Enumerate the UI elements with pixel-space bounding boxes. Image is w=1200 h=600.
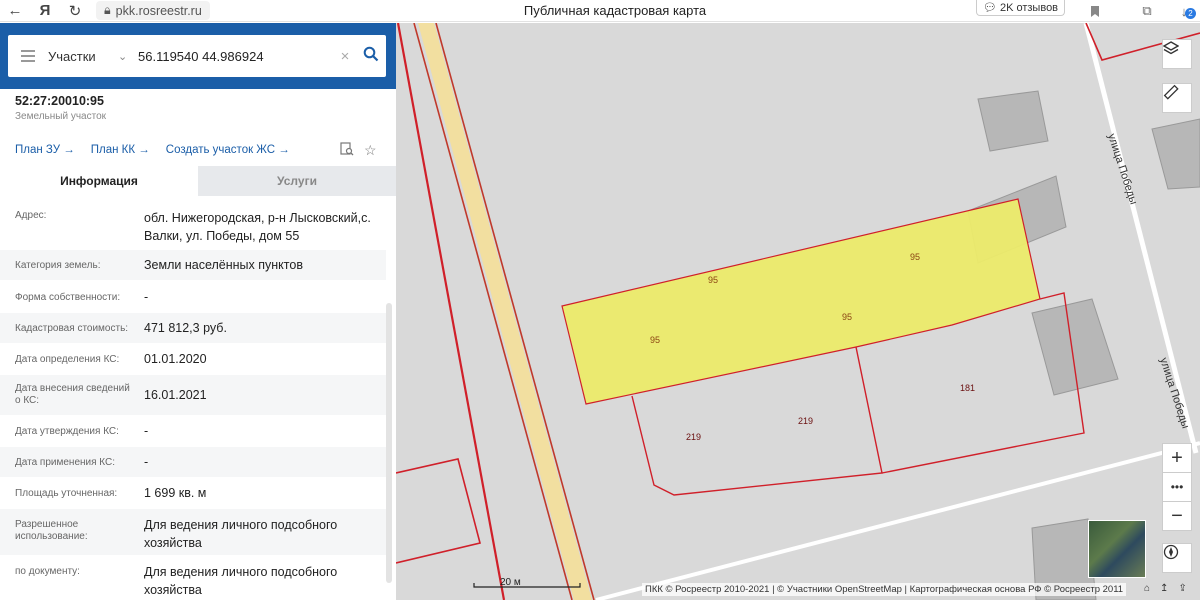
building [1031,298,1119,396]
extensions-icon[interactable]: ⧉ [1135,0,1159,22]
parcel-label: 95 [650,335,660,345]
info-row: по документу: Для ведения личного подсоб… [15,565,338,597]
reload-icon[interactable]: ↻ [60,0,90,22]
ruler-button[interactable] [1162,83,1192,113]
create-parcel-link[interactable]: Создать участок ЖС → [166,144,290,156]
search-header: Участки ⌄ 56.119540 44.986924 × [0,23,396,89]
attribution-icons: ⌂ ↥ ⇪ [1144,583,1187,594]
info-row: Дата утверждения КС: - [15,424,149,438]
home-icon[interactable]: ⌂ [1144,583,1150,594]
map-attribution: ПКК © Росреестр 2010-2021 | © Участники … [642,583,1127,596]
zoom-in-button[interactable]: + [1162,443,1192,473]
street-label: улица Победы [1105,132,1139,206]
scale-bar [473,583,581,588]
panel-scrollbar[interactable] [386,303,392,583]
scale-label: 20 м [500,577,521,588]
compass-button[interactable] [1162,543,1192,573]
plan-zu-link[interactable]: План ЗУ → [15,144,75,156]
speech-bubble-icon: 💬︎ [983,2,997,14]
parcel-boundary [396,458,481,564]
info-row: Кадастровая стоимость: 471 812,3 руб. [0,313,386,343]
map-layer: 95 95 95 95 219 219 181 улица Победы ули… [396,23,1200,600]
upload-icon[interactable]: ↥ [1160,583,1168,594]
search-icon[interactable] [356,46,386,67]
info-row: Разрешенное использование: Для ведения л… [0,509,386,555]
info-row: Адрес: обл. Нижегородская, р-н Лысковски… [15,210,371,243]
clear-icon[interactable]: × [334,48,356,65]
parcel-label: 181 [960,383,975,393]
compass-icon [1163,544,1179,560]
parcel-label: 95 [910,252,920,262]
parcel-label: 219 [798,416,813,426]
object-actions: ☆ [340,142,377,159]
building [1151,118,1200,190]
cadastral-number: 52:27:20010:95 [15,94,104,108]
map-canvas[interactable]: 95 95 95 95 219 219 181 улица Победы ули… [396,23,1200,600]
info-panel: Участки ⌄ 56.119540 44.986924 × 52:27:20… [0,23,396,600]
more-options-button[interactable]: ••• [1162,472,1192,502]
address-bar[interactable]: 🔒︎ pkk.rosreestr.ru [96,1,210,20]
object-links: План ЗУ → План КК → Создать участок ЖС → [15,144,290,156]
parcel-label: 219 [686,432,701,442]
page-title: Публичная кадастровая карта [523,3,707,18]
search-input[interactable]: 56.119540 44.986924 [138,49,334,64]
info-row: Дата определения КС: 01.01.2020 [15,352,207,366]
url-text: pkk.rosreestr.ru [115,3,202,18]
downloads-badge: 2 [1185,8,1196,19]
info-row: Форма собственности: - [15,290,149,304]
downloads-icon[interactable]: ↓ 2 [1172,0,1196,22]
document-search-icon[interactable] [340,142,354,159]
layers-button[interactable] [1162,39,1192,69]
info-row: Площадь уточненная: 1 699 кв. м [15,486,207,500]
object-type: Земельный участок [15,111,107,122]
layers-icon [1163,41,1179,55]
plan-kk-link[interactable]: План КК → [91,144,150,156]
info-row: Категория земель: Земли населённых пункт… [0,250,386,280]
yandex-logo-icon[interactable]: Я [30,0,60,22]
selected-parcel[interactable] [561,198,1041,405]
zoom-out-button[interactable]: − [1162,501,1192,531]
ruler-icon [1163,84,1179,100]
parcel-label: 95 [708,275,718,285]
info-row: Дата внесения сведений о КС: 16.01.2021 [0,375,386,415]
lock-icon: 🔒︎ [104,3,111,17]
bookmark-icon[interactable] [1083,0,1107,22]
chevron-down-icon[interactable]: ⌄ [118,50,138,63]
favorite-star-icon[interactable]: ☆ [364,142,377,159]
search-box: Участки ⌄ 56.119540 44.986924 × [8,35,386,77]
panel-tabs: Информация Услуги [0,166,396,196]
tab-information[interactable]: Информация [0,166,198,196]
browser-toolbar: ← Я ↻ 🔒︎ pkk.rosreestr.ru Публичная када… [0,0,1200,22]
menu-icon[interactable] [8,50,48,62]
share-icon[interactable]: ⇪ [1178,583,1186,594]
satellite-thumbnail[interactable] [1088,520,1146,578]
road-boundary [413,23,573,600]
parcel-label: 95 [842,312,852,322]
building [977,90,1049,152]
back-icon[interactable]: ← [0,0,30,22]
search-type-select[interactable]: Участки [48,49,118,64]
reviews-button[interactable]: 💬︎ 2K отзывов [976,0,1066,16]
info-row: Дата применения КС: - [0,447,386,477]
tab-services[interactable]: Услуги [198,166,396,196]
